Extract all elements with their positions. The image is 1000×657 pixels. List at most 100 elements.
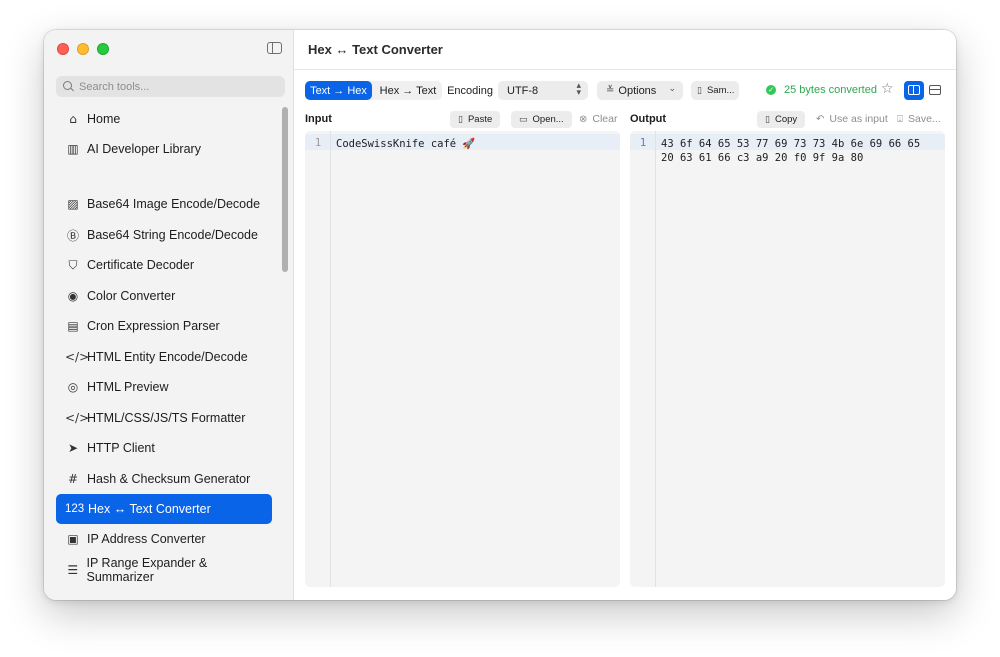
checkmark-circle-icon: ✓ bbox=[766, 85, 776, 95]
hash-icon: # bbox=[67, 472, 79, 486]
home-icon: ⌂ bbox=[69, 112, 77, 126]
star-icon[interactable]: ☆ bbox=[881, 81, 894, 97]
undo-arrow-icon: ↶ bbox=[816, 113, 825, 125]
b-square-icon: Ⓑ bbox=[66, 228, 79, 243]
library-icon: ▥ bbox=[67, 142, 79, 156]
sidebar-item-label: HTML Entity Encode/Decode bbox=[87, 350, 248, 364]
toolbar: Text → Hex Hex → Text Encoding UTF-8 ▴ ▾ … bbox=[305, 81, 945, 101]
page-title: Hex ↔ Text Converter bbox=[308, 42, 443, 57]
paper-plane-icon: ➤ bbox=[67, 441, 79, 455]
clear-button[interactable]: ⊗ Clear bbox=[579, 113, 617, 125]
chevron-down-icon: ⌄ bbox=[668, 84, 676, 94]
sample-button[interactable]: ▯ Sam... bbox=[691, 81, 739, 100]
clear-circle-icon: ⊗ bbox=[579, 113, 588, 125]
sidebar-item[interactable]: ☰ IP Range Expander & Summarizer bbox=[56, 555, 272, 585]
output-text[interactable]: 43 6f 64 65 53 77 69 73 73 4b 6e 69 66 6… bbox=[661, 137, 939, 165]
output-line-number: 1 bbox=[639, 137, 647, 149]
paste-button[interactable]: ▯ Paste bbox=[450, 111, 501, 128]
use-as-input-label: Use as input bbox=[829, 113, 888, 125]
paste-label: Paste bbox=[467, 114, 493, 125]
rows-icon bbox=[929, 85, 941, 95]
save-label: Save... bbox=[908, 113, 941, 125]
encoding-value: UTF-8 bbox=[507, 84, 539, 97]
use-as-input-button[interactable]: ↶ Use as input bbox=[816, 113, 888, 125]
sidebar-item-label: HTML Preview bbox=[87, 380, 169, 394]
columns-icon bbox=[908, 85, 920, 95]
search-field[interactable] bbox=[56, 76, 285, 97]
mode-hex-to-text-button[interactable]: Hex → Text bbox=[374, 81, 442, 100]
sidebar-item-label: IP Address Converter bbox=[87, 532, 206, 546]
image-icon: ▨ bbox=[67, 197, 79, 211]
eye-icon: ◎ bbox=[67, 380, 79, 394]
encoding-select[interactable]: UTF-8 ▴ ▾ bbox=[498, 81, 588, 100]
shield-icon: ⛉ bbox=[68, 257, 78, 272]
sidebar: ⌂ Home ▥ AI Developer Library ▨ Base64 Image … bbox=[44, 30, 294, 600]
output-pane-header: Output ▯ Copy ↶ Use as input ⍗ Save... bbox=[630, 111, 945, 129]
sidebar-item[interactable]: ▥ AI Developer Library bbox=[56, 134, 272, 164]
sidebar-item[interactable]: ◎ HTML Preview bbox=[56, 372, 272, 402]
sidebar-item[interactable]: </> HTML Entity Encode/Decode bbox=[56, 342, 272, 372]
copy-label: Copy bbox=[774, 114, 798, 125]
sidebar-item[interactable]: </> HTML/CSS/JS/TS Formatter bbox=[56, 403, 272, 433]
sliders-icon: ≚ bbox=[606, 85, 615, 96]
conversion-status: ✓ 25 bytes converted bbox=[766, 84, 877, 96]
sidebar-toggle-icon[interactable] bbox=[267, 42, 282, 54]
updown-chevron-icon: ▴ ▾ bbox=[576, 81, 581, 98]
close-window-button[interactable] bbox=[57, 43, 69, 55]
sidebar-item[interactable]: ⌂ Home bbox=[56, 104, 272, 134]
save-icon: ⍗ bbox=[897, 113, 903, 125]
output-editor[interactable]: 1 43 6f 64 65 53 77 69 73 73 4b 6e 69 66… bbox=[630, 131, 945, 587]
sidebar-item[interactable]: # Hash & Checksum Generator bbox=[56, 464, 272, 494]
code-icon: </> bbox=[65, 350, 90, 364]
open-label: Open... bbox=[532, 114, 564, 125]
sidebar-item-label: Base64 String Encode/Decode bbox=[87, 228, 258, 242]
input-label: Input bbox=[305, 113, 332, 125]
zoom-window-button[interactable] bbox=[97, 43, 109, 55]
sidebar-item[interactable]: 123 Hex ↔ Text Converter bbox=[56, 494, 272, 524]
sidebar-item-label: Home bbox=[87, 112, 121, 126]
minimize-window-button[interactable] bbox=[77, 43, 89, 55]
save-button[interactable]: ⍗ Save... bbox=[897, 113, 941, 125]
sidebar-item-label: AI Developer Library bbox=[87, 142, 201, 156]
encoding-label: Encoding bbox=[447, 84, 493, 97]
open-file-button[interactable]: ▭ Open... bbox=[511, 111, 572, 128]
split-vertical-layout-button[interactable] bbox=[925, 81, 945, 100]
sidebar-item[interactable]: ➤ HTTP Client bbox=[56, 433, 272, 463]
clipboard-icon: ▯ bbox=[458, 114, 463, 125]
sidebar-item-label: Certificate Decoder bbox=[87, 258, 194, 272]
input-editor[interactable]: 1 CodeSwissKnife café 🚀 bbox=[305, 131, 620, 587]
numbers-icon: 123 bbox=[65, 503, 85, 515]
options-button[interactable]: ≚ Options ⌄ bbox=[597, 81, 683, 100]
sidebar-item[interactable]: Ⓑ Base64 String Encode/Decode bbox=[56, 220, 272, 250]
sidebar-item-label: HTTP Client bbox=[87, 441, 155, 455]
list-icon: ☰ bbox=[67, 563, 79, 577]
palette-icon: ◉ bbox=[67, 289, 79, 303]
sample-label: Sam... bbox=[706, 85, 735, 96]
search-icon bbox=[63, 81, 74, 92]
output-gutter bbox=[630, 131, 656, 587]
main-content: Hex ↔ Text Converter Text → Hex Hex → Te… bbox=[294, 30, 956, 600]
status-text: 25 bytes converted bbox=[784, 84, 877, 96]
options-label: Options bbox=[618, 84, 657, 97]
document-icon: ▯ bbox=[697, 85, 702, 96]
calendar-clock-icon: ▤ bbox=[67, 319, 79, 333]
sidebar-item-label: HTML/CSS/JS/TS Formatter bbox=[87, 411, 246, 425]
sidebar-scrollbar[interactable] bbox=[282, 107, 288, 272]
sidebar-item-label: Hash & Checksum Generator bbox=[87, 472, 251, 486]
sidebar-item-label: Cron Expression Parser bbox=[87, 319, 220, 333]
sidebar-item[interactable]: ▨ Base64 Image Encode/Decode bbox=[56, 189, 272, 219]
sidebar-item[interactable]: ▣ IP Address Converter bbox=[56, 524, 272, 554]
split-horizontal-layout-button[interactable] bbox=[904, 81, 924, 100]
sidebar-item[interactable]: ◉ Color Converter bbox=[56, 281, 272, 311]
sidebar-item[interactable]: ▤ Cron Expression Parser bbox=[56, 311, 272, 341]
app-window: ⌂ Home ▥ AI Developer Library ▨ Base64 Image … bbox=[44, 30, 956, 600]
input-gutter bbox=[305, 131, 331, 587]
mode-text-to-hex-button[interactable]: Text → Hex bbox=[305, 81, 372, 100]
sidebar-item[interactable]: ⛉ Certificate Decoder bbox=[56, 250, 272, 280]
window-controls bbox=[57, 43, 109, 55]
copy-button[interactable]: ▯ Copy bbox=[757, 111, 806, 128]
sidebar-item-label: Color Converter bbox=[87, 289, 176, 303]
input-line-number: 1 bbox=[314, 137, 322, 149]
input-text[interactable]: CodeSwissKnife café 🚀 bbox=[336, 137, 614, 151]
search-input[interactable] bbox=[79, 80, 269, 93]
